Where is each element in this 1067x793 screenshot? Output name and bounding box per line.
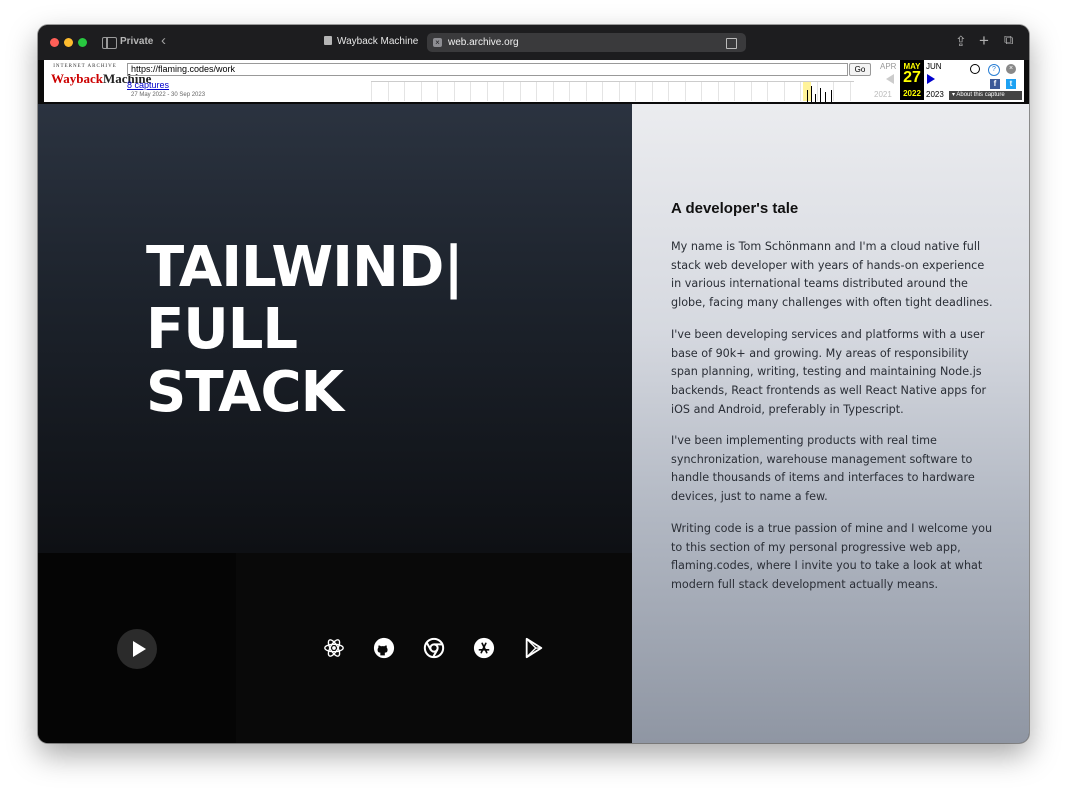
sparkline-cell <box>437 82 454 101</box>
sparkline-cell <box>486 82 504 101</box>
current-day: 27 <box>903 69 921 86</box>
hero-line-2: FULL <box>146 297 298 362</box>
share-icon[interactable]: ⇪ <box>955 33 967 50</box>
capture-bar <box>825 92 826 102</box>
sparkline-cell <box>453 82 471 101</box>
tab-title: Wayback Machine <box>337 36 419 47</box>
wayback-toolbar: INTERNET ARCHIVE WaybackMachine https://… <box>44 60 1024 102</box>
sparkline-cell <box>420 82 438 101</box>
github-icon[interactable] <box>373 637 395 659</box>
address-text: web.archive.org <box>448 37 519 48</box>
react-icon[interactable] <box>323 637 345 659</box>
back-icon[interactable]: ‹ <box>161 32 166 49</box>
paragraph-1: My name is Tom Schönmann and I'm a cloud… <box>671 240 993 310</box>
sparkline-cell <box>849 82 867 101</box>
wayback-logo[interactable]: INTERNET ARCHIVE WaybackMachine <box>51 64 151 96</box>
sparkline-cell <box>519 82 537 101</box>
sparkline-cell <box>651 82 669 101</box>
sparkline-cell <box>404 82 421 101</box>
about-section: A developer's tale My name is Tom Schönm… <box>632 104 1029 743</box>
chrome-icon[interactable] <box>423 637 445 659</box>
sparkline-cell <box>717 82 735 101</box>
wayback-url-input[interactable]: https://flaming.codes/work <box>127 63 848 76</box>
sparkline-cell <box>833 82 850 101</box>
reader-icon[interactable] <box>726 38 737 49</box>
paragraph-3: I've been implementing products with rea… <box>671 434 975 504</box>
about-capture-button[interactable]: ▾ About this capture <box>949 91 1022 100</box>
new-tab-icon[interactable]: + <box>979 31 989 51</box>
title-bar: Private ‹ Wayback Machine × web.archive.… <box>38 25 1029 60</box>
twitter-icon[interactable]: t <box>1006 79 1016 89</box>
sparkline-cell <box>684 82 702 101</box>
play-button[interactable] <box>117 629 157 669</box>
sparkline-cell <box>552 82 570 101</box>
sparkline-cell <box>585 82 603 101</box>
page-favicon-icon <box>324 36 332 45</box>
sparkline-cell <box>470 82 487 101</box>
sparkline-cell <box>668 82 685 101</box>
next-month-label: JUN <box>926 62 942 71</box>
prev-year-label: 2021 <box>874 90 892 99</box>
sparkline-cell <box>767 82 784 101</box>
private-label: Private <box>120 36 154 47</box>
google-play-icon[interactable] <box>523 637 545 659</box>
capture-sparkline[interactable] <box>371 81 854 102</box>
help-icon[interactable]: ? <box>988 64 1000 76</box>
hero-line-3: STACK <box>146 360 344 425</box>
sparkline-cell <box>635 82 652 101</box>
sparkline-cell <box>387 82 405 101</box>
tab-wayback-machine[interactable]: Wayback Machine <box>324 36 418 47</box>
hero-line-1: TAILWIND| <box>146 235 464 300</box>
close-window-button[interactable] <box>50 38 59 47</box>
tab-overview-icon[interactable]: ⧉ <box>1004 32 1013 48</box>
sparkline-cell <box>602 82 619 101</box>
next-year-label: 2023 <box>926 90 944 99</box>
hero-section: TAILWIND| FULL STACK <box>38 104 632 553</box>
capture-bar <box>815 94 816 102</box>
app-store-icon[interactable] <box>473 637 495 659</box>
sparkline-cell <box>734 82 751 101</box>
sidebar-toggle-icon[interactable] <box>102 37 117 49</box>
next-capture-icon[interactable] <box>927 74 935 84</box>
go-button[interactable]: Go <box>849 63 871 76</box>
facebook-icon[interactable]: f <box>990 79 1000 89</box>
paragraph-2: I've been developing services and platfo… <box>671 328 987 416</box>
sparkline-cell <box>371 82 388 101</box>
sparkline-cell <box>701 82 718 101</box>
close-toolbar-icon[interactable]: × <box>1006 64 1016 74</box>
address-bar[interactable]: × web.archive.org <box>427 33 746 52</box>
sparkline-cell <box>569 82 586 101</box>
paragraph-4: Writing code is a true passion of mine a… <box>671 522 993 592</box>
sparkline-cell <box>536 82 553 101</box>
sparkline-cell <box>618 82 636 101</box>
captures-link[interactable]: 8 captures <box>127 80 169 90</box>
browser-window: Private ‹ Wayback Machine × web.archive.… <box>38 25 1029 743</box>
tab-close-icon[interactable]: × <box>433 38 442 47</box>
sparkline-cell <box>750 82 768 101</box>
sparkline-cell <box>503 82 520 101</box>
zoom-window-button[interactable] <box>78 38 87 47</box>
prev-capture-icon[interactable] <box>886 74 894 84</box>
prev-month-label: APR <box>880 62 897 71</box>
minimize-window-button[interactable] <box>64 38 73 47</box>
capture-bar <box>811 86 812 102</box>
capture-bar <box>820 88 821 102</box>
captures-range: 27 May 2022 - 30 Sep 2023 <box>131 92 206 98</box>
current-year: 2022 <box>903 89 921 98</box>
capture-bar <box>831 90 832 102</box>
account-icon[interactable] <box>970 64 980 74</box>
section-heading: A developer's tale <box>671 200 799 217</box>
current-capture-calendar: MAY 27 2022 <box>900 60 924 100</box>
sparkline-cell <box>783 82 801 101</box>
capture-bar <box>807 90 808 102</box>
